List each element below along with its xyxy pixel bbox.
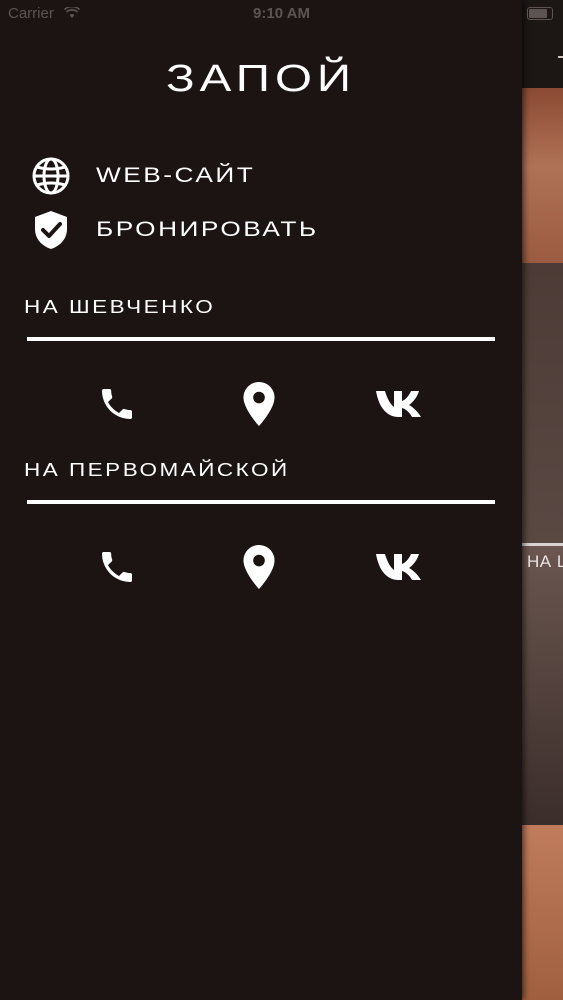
website-menu-item[interactable]: WEB-САЙТ bbox=[30, 154, 490, 198]
booking-menu-label: БРОНИРОВАТЬ bbox=[96, 218, 319, 241]
background-image-card[interactable] bbox=[522, 825, 563, 1000]
drawer-title: ЗАПОЙ bbox=[165, 58, 357, 100]
status-bar: Carrier 9:10 AM bbox=[0, 0, 563, 28]
battery-icon bbox=[527, 7, 553, 20]
vk-icon[interactable] bbox=[372, 539, 428, 595]
vk-icon[interactable] bbox=[372, 376, 428, 432]
globe-icon bbox=[30, 155, 72, 197]
background-card-label: НА Ш bbox=[527, 552, 563, 571]
map-pin-icon[interactable] bbox=[231, 376, 287, 432]
background-image-card[interactable] bbox=[522, 88, 563, 263]
phone-icon[interactable] bbox=[89, 376, 145, 432]
app-screen: НА Ш ЗАПОЙ WEB-САЙТ bbox=[0, 0, 563, 1000]
phone-icon[interactable] bbox=[89, 539, 145, 595]
background-image-card[interactable] bbox=[522, 543, 563, 828]
side-drawer: ЗАПОЙ WEB-САЙТ БРОНИРОВАТЬ НА ШЕВЧЕНКО Н… bbox=[0, 0, 522, 1000]
location-title-shevchenko: НА ШЕВЧЕНКО bbox=[24, 297, 216, 317]
section-divider bbox=[27, 337, 495, 341]
booking-menu-item[interactable]: БРОНИРОВАТЬ bbox=[30, 208, 490, 252]
section-divider bbox=[27, 500, 495, 504]
status-time: 9:10 AM bbox=[253, 5, 310, 22]
location-title-pervomayskaya: НА ПЕРВОМАЙСКОЙ bbox=[24, 460, 290, 480]
map-pin-icon[interactable] bbox=[231, 539, 287, 595]
shield-check-icon bbox=[30, 209, 72, 251]
background-image-card[interactable] bbox=[522, 263, 563, 543]
website-menu-label: WEB-САЙТ bbox=[96, 164, 256, 187]
